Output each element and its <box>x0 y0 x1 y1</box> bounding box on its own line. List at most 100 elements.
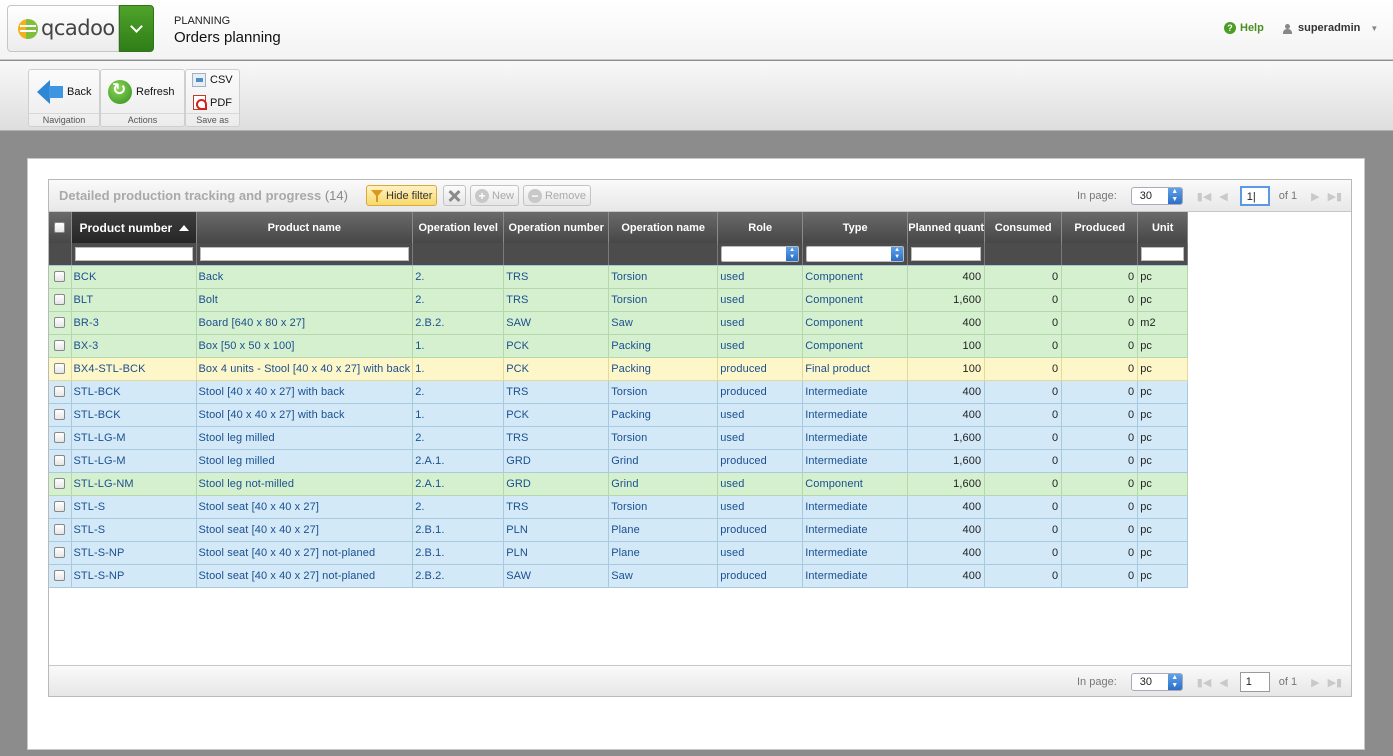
row-checkbox[interactable] <box>54 294 66 306</box>
table-row[interactable]: STL-LG-NM Stool leg not-milled 2.A.1. GRD Gr… <box>49 472 1189 496</box>
table-row[interactable]: STL-BCK Stool [40 x 40 x 27] with back 2. T… <box>49 380 1189 404</box>
next-page-icon[interactable]: ▶ <box>1311 190 1319 203</box>
cell-product-number[interactable]: BR-3 <box>71 311 197 335</box>
cell-product-number[interactable]: STL-LG-NM <box>71 472 197 496</box>
cell-unit: pc <box>1137 288 1189 312</box>
table-row[interactable]: STL-LG-M Stool leg milled 2. TRS Torsion used… <box>49 426 1189 450</box>
new-button[interactable]: + New <box>470 185 520 206</box>
table-row[interactable]: STL-S-NP Stool seat [40 x 40 x 27] not-pl… <box>49 541 1189 565</box>
cell-product-name: Stool seat [40 x 40 x 27] not-planed <box>196 541 414 565</box>
cell-unit: pc <box>1137 426 1189 450</box>
remove-button[interactable]: − Remove <box>523 185 591 206</box>
filter-type-select[interactable]: ▲ ▼ <box>806 245 905 262</box>
row-checkbox[interactable] <box>54 363 66 375</box>
column-header-product-name[interactable]: Product name <box>196 212 414 243</box>
row-checkbox[interactable] <box>54 501 66 513</box>
page-size-value: 30 <box>1139 676 1153 688</box>
table-row[interactable]: BR-3 Board [640 x 80 x 27] 2.B.2. SAW Saw use… <box>49 311 1189 335</box>
cell-operation-level: 2.B.1. <box>412 541 505 565</box>
page-size-select[interactable]: 30 ▲ ▼ <box>1130 673 1183 691</box>
pdf-button[interactable]: PDF <box>193 95 232 110</box>
row-checkbox[interactable] <box>54 340 66 352</box>
filter-product-number-input[interactable] <box>74 246 193 261</box>
table-row[interactable]: BX-3 Box [50 x 50 x 100] 1. PCK Packing used C… <box>49 334 1189 358</box>
column-header-type[interactable]: Type <box>802 212 909 243</box>
page-size-select[interactable]: 30 ▲ ▼ <box>1130 187 1183 205</box>
column-header-unit[interactable]: Unit <box>1137 212 1189 243</box>
prev-page-icon[interactable]: ◀ <box>1219 190 1227 203</box>
table-row[interactable]: STL-BCK Stool [40 x 40 x 27] with back 1. P… <box>49 403 1189 427</box>
column-header-product-number[interactable]: Product number <box>71 212 197 243</box>
cell-product-number[interactable]: STL-S <box>71 518 197 542</box>
next-page-icon[interactable]: ▶ <box>1311 676 1319 689</box>
main-menu-button[interactable] <box>119 5 154 52</box>
filter-planned-quantity-input[interactable] <box>911 246 982 261</box>
table-row[interactable]: BLT Bolt 2. TRS Torsion used Component 1,600 0 0 p… <box>49 288 1189 312</box>
cell-role: produced <box>717 449 804 473</box>
cell-product-number[interactable]: STL-S-NP <box>71 564 197 588</box>
table-row[interactable]: STL-S-NP Stool seat [40 x 40 x 27] not-pl… <box>49 564 1189 588</box>
row-checkbox[interactable] <box>54 409 66 421</box>
table-row[interactable]: STL-S Stool seat [40 x 40 x 27] 2. TRS Torsi… <box>49 495 1189 519</box>
first-page-icon[interactable]: ▮◀ <box>1197 676 1212 689</box>
cell-operation-name: Torsion <box>608 288 719 312</box>
cell-product-number[interactable]: STL-BCK <box>71 403 197 427</box>
user-menu[interactable]: superadmin ▼ <box>1283 22 1378 34</box>
help-link[interactable]: ? Help <box>1224 22 1264 34</box>
row-checkbox[interactable] <box>54 478 66 490</box>
last-page-icon[interactable]: ▶▮ <box>1328 190 1343 203</box>
table-row[interactable]: BCK Back 2. TRS Torsion used Component 400 0 0 pc <box>49 265 1189 289</box>
page-number-input[interactable]: 1| <box>1239 186 1270 206</box>
row-checkbox[interactable] <box>54 524 66 536</box>
help-label: Help <box>1240 22 1264 34</box>
cell-operation-name: Packing <box>608 357 719 381</box>
filter-role-select[interactable]: ▲ ▼ <box>721 245 800 262</box>
column-header-produced[interactable]: Produced <box>1061 212 1139 243</box>
column-header-operation-level[interactable]: Operation level <box>412 212 505 243</box>
cell-product-number[interactable]: BX4-STL-BCK <box>71 357 197 381</box>
page-number-input[interactable]: 1 <box>1239 672 1270 692</box>
row-checkbox[interactable] <box>54 455 66 467</box>
grid-footer: In page: 30 ▲ ▼ ▮◀ ◀ 1 of 1 ▶ ▶▮ <box>49 665 1351 696</box>
cell-produced: 0 <box>1061 449 1139 473</box>
row-checkbox[interactable] <box>54 547 66 559</box>
column-header-operation-name[interactable]: Operation name <box>608 212 719 243</box>
filter-product-name-input[interactable] <box>199 246 410 261</box>
csv-button[interactable]: CSV <box>192 73 233 87</box>
filter-unit-input[interactable] <box>1141 246 1185 261</box>
cell-role: produced <box>717 380 804 404</box>
cell-operation-level: 2. <box>412 288 505 312</box>
cell-product-number[interactable]: STL-LG-M <box>71 449 197 473</box>
cell-operation-level: 1. <box>412 403 505 427</box>
row-checkbox[interactable] <box>54 432 66 444</box>
cell-product-number[interactable]: BX-3 <box>71 334 197 358</box>
prev-page-icon[interactable]: ◀ <box>1219 676 1227 689</box>
cell-product-number[interactable]: BLT <box>71 288 197 312</box>
clear-filter-button[interactable] <box>443 185 466 206</box>
column-header-operation-number[interactable]: Operation number <box>503 212 610 243</box>
column-header-planned-quantity[interactable]: Planned quant <box>907 212 986 243</box>
select-all-checkbox[interactable] <box>54 222 66 234</box>
cell-product-number[interactable]: STL-LG-M <box>71 426 197 450</box>
cell-product-number[interactable]: STL-BCK <box>71 380 197 404</box>
table-row[interactable]: STL-LG-M Stool leg milled 2.A.1. GRD Grind pr… <box>49 449 1189 473</box>
cell-product-number[interactable]: STL-S <box>71 495 197 519</box>
row-checkbox[interactable] <box>54 317 66 329</box>
row-checkbox[interactable] <box>54 271 66 283</box>
back-button[interactable]: Back <box>37 80 91 104</box>
row-checkbox[interactable] <box>54 570 66 582</box>
first-page-icon[interactable]: ▮◀ <box>1197 190 1212 203</box>
back-label: Back <box>67 86 92 98</box>
hide-filter-button[interactable]: Hide filter <box>366 185 438 206</box>
refresh-button[interactable]: Refresh <box>108 80 175 104</box>
table-row[interactable]: STL-S Stool seat [40 x 40 x 27] 2.B.1. PLN P… <box>49 518 1189 542</box>
cell-product-number[interactable]: STL-S-NP <box>71 541 197 565</box>
table-row[interactable]: BX4-STL-BCK Box 4 units - Stool [40 x 40 … <box>49 357 1189 381</box>
column-header-consumed[interactable]: Consumed <box>984 212 1063 243</box>
last-page-icon[interactable]: ▶▮ <box>1328 676 1343 689</box>
app-logo[interactable]: qcadoo <box>7 5 119 52</box>
row-checkbox[interactable] <box>54 386 66 398</box>
cell-product-number[interactable]: BCK <box>71 265 197 289</box>
cell-consumed: 0 <box>984 472 1063 496</box>
column-header-role[interactable]: Role <box>717 212 804 243</box>
